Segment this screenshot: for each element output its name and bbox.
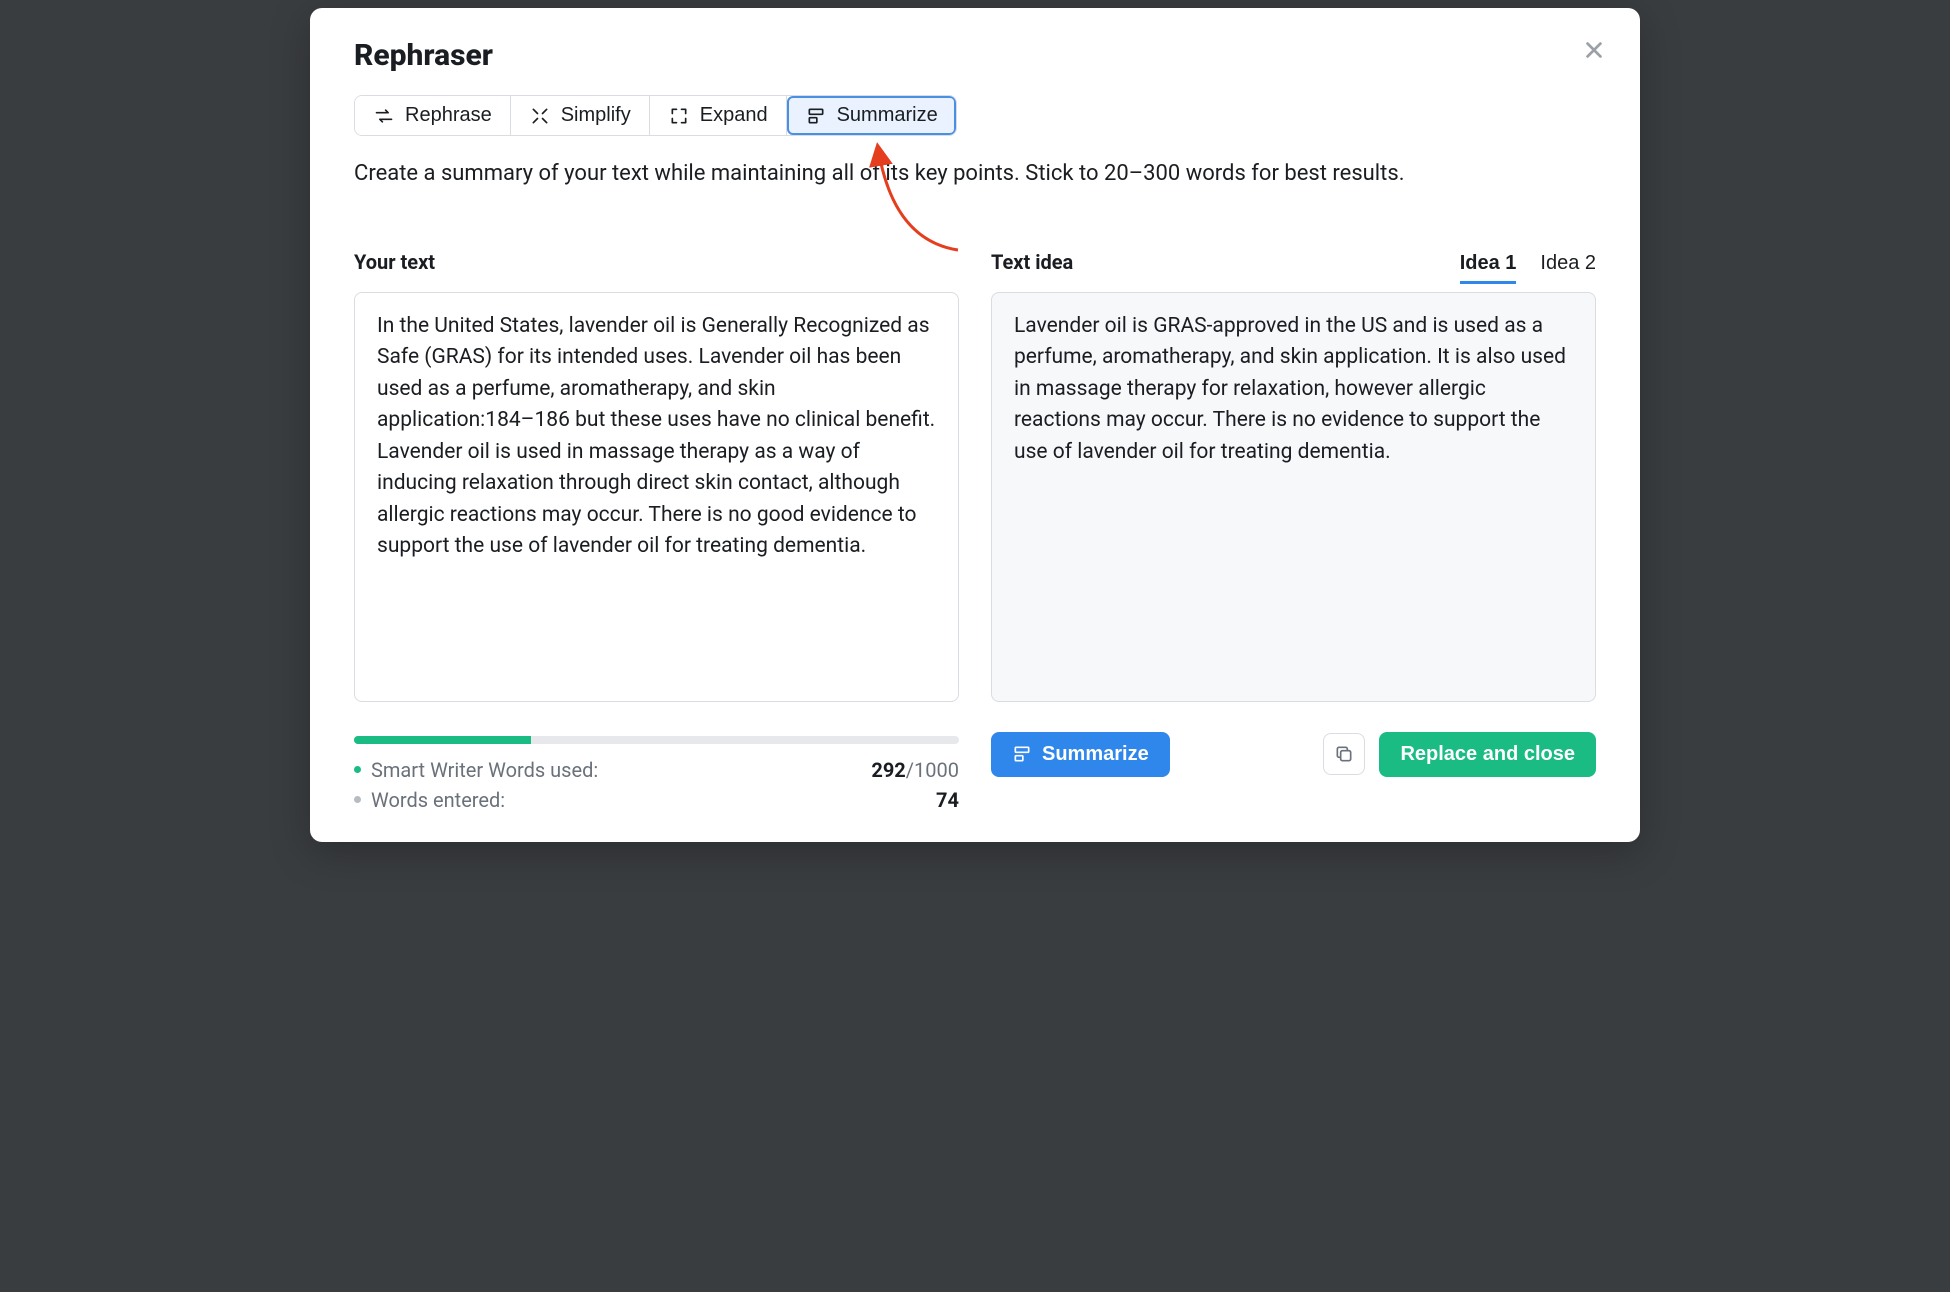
content-columns: Your text Smart Writer Words used: 292/1… bbox=[354, 250, 1596, 812]
summarize-icon bbox=[805, 105, 827, 127]
mode-tab-expand[interactable]: Expand bbox=[650, 96, 787, 135]
replace-close-button[interactable]: Replace and close bbox=[1379, 732, 1596, 777]
dot-icon bbox=[354, 796, 361, 803]
rephraser-modal: Rephraser Rephrase Simplify bbox=[310, 8, 1640, 842]
source-textarea[interactable] bbox=[354, 292, 959, 702]
idea-tab-2[interactable]: Idea 2 bbox=[1540, 252, 1596, 284]
mode-tab-summarize[interactable]: Summarize bbox=[787, 96, 956, 135]
mode-tab-rephrase[interactable]: Rephrase bbox=[355, 96, 511, 135]
idea-tab-1[interactable]: Idea 1 bbox=[1460, 252, 1517, 284]
summarize-button[interactable]: Summarize bbox=[991, 732, 1170, 777]
rephrase-icon bbox=[373, 105, 395, 127]
source-label: Your text bbox=[354, 250, 435, 274]
close-button[interactable] bbox=[1578, 34, 1610, 66]
copy-button[interactable] bbox=[1323, 733, 1365, 775]
usage-progress-bar bbox=[354, 736, 959, 744]
result-column: Text idea Idea 1 Idea 2 Lavender oil is … bbox=[991, 250, 1596, 812]
mode-tab-label: Rephrase bbox=[405, 104, 492, 127]
idea-tab-group: Idea 1 Idea 2 bbox=[1460, 252, 1596, 284]
stat-words-used: Smart Writer Words used: 292/1000 bbox=[354, 758, 959, 782]
modal-title: Rephraser bbox=[354, 38, 1596, 73]
mode-tab-group: Rephrase Simplify Expand bbox=[354, 95, 957, 136]
annotation-arrow-icon bbox=[838, 130, 968, 260]
dot-icon bbox=[354, 766, 361, 773]
expand-icon bbox=[668, 105, 690, 127]
mode-description: Create a summary of your text while main… bbox=[354, 158, 1596, 190]
mode-tab-label: Simplify bbox=[561, 104, 631, 127]
mode-tab-label: Expand bbox=[700, 104, 768, 127]
mode-tab-simplify[interactable]: Simplify bbox=[511, 96, 650, 135]
button-label: Summarize bbox=[1042, 743, 1149, 766]
usage-progress-fill bbox=[354, 736, 531, 744]
close-icon bbox=[1583, 39, 1605, 61]
result-label: Text idea bbox=[991, 250, 1073, 274]
result-textbox[interactable]: Lavender oil is GRAS-approved in the US … bbox=[991, 292, 1596, 702]
result-actions: Summarize Replace and close bbox=[991, 732, 1596, 777]
summarize-icon bbox=[1012, 744, 1032, 764]
simplify-icon bbox=[529, 105, 551, 127]
stat-words-entered: Words entered: 74 bbox=[354, 788, 959, 812]
usage-stats: Smart Writer Words used: 292/1000 Words … bbox=[354, 736, 959, 812]
button-label: Replace and close bbox=[1400, 743, 1575, 766]
mode-tab-label: Summarize bbox=[837, 104, 938, 127]
source-column: Your text Smart Writer Words used: 292/1… bbox=[354, 250, 959, 812]
copy-icon bbox=[1334, 744, 1354, 764]
